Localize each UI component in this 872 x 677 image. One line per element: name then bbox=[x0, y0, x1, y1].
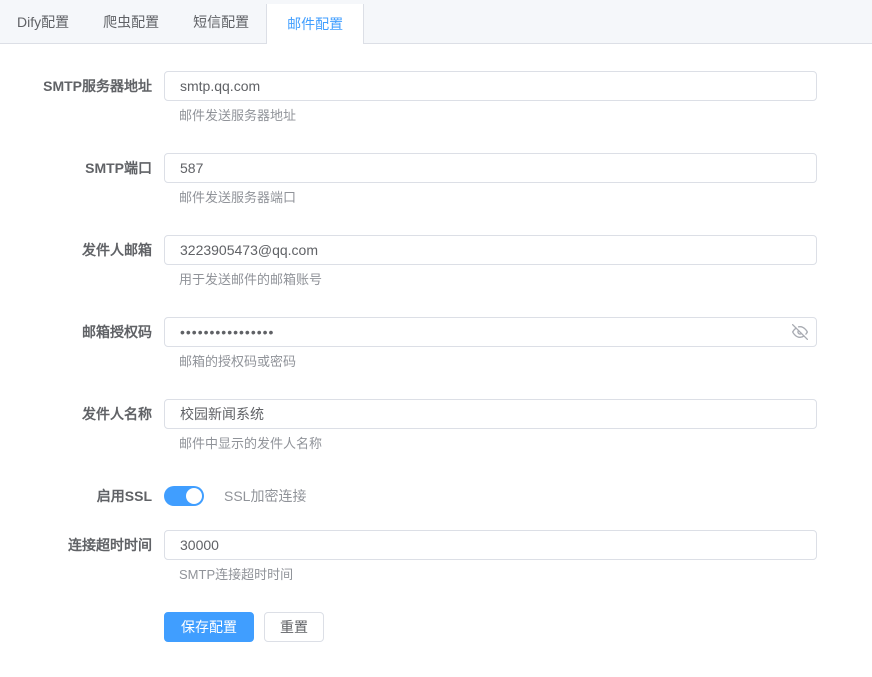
sender-email-input[interactable] bbox=[164, 235, 817, 265]
reset-button[interactable]: 重置 bbox=[264, 612, 324, 642]
sender-name-label: 发件人名称 bbox=[0, 399, 164, 453]
ssl-toggle-description: SSL加密连接 bbox=[224, 486, 306, 506]
sender-name-hint: 邮件中显示的发件人名称 bbox=[164, 435, 817, 453]
smtp-port-row: SMTP端口 邮件发送服务器端口 bbox=[0, 153, 817, 207]
tab-email-config[interactable]: 邮件配置 bbox=[266, 4, 364, 44]
timeout-hint: SMTP连接超时时间 bbox=[164, 566, 817, 584]
timeout-content: SMTP连接超时时间 bbox=[164, 530, 817, 584]
smtp-host-hint: 邮件发送服务器地址 bbox=[164, 107, 817, 125]
sender-name-content: 邮件中显示的发件人名称 bbox=[164, 399, 817, 453]
tabs-bottom-border bbox=[0, 43, 872, 44]
smtp-port-hint: 邮件发送服务器端口 bbox=[164, 189, 817, 207]
sender-email-hint: 用于发送邮件的邮箱账号 bbox=[164, 271, 817, 289]
smtp-port-input[interactable] bbox=[164, 153, 817, 183]
tab-sms-config[interactable]: 短信配置 bbox=[176, 0, 266, 44]
sender-name-input[interactable] bbox=[164, 399, 817, 429]
tab-crawler-config[interactable]: 爬虫配置 bbox=[86, 0, 176, 44]
auth-code-label: 邮箱授权码 bbox=[0, 317, 164, 371]
ssl-toggle-switch[interactable] bbox=[164, 486, 204, 506]
email-config-form: SMTP服务器地址 邮件发送服务器地址 SMTP端口 邮件发送服务器端口 发件人… bbox=[0, 44, 872, 642]
sender-email-content: 用于发送邮件的邮箱账号 bbox=[164, 235, 817, 289]
smtp-port-label: SMTP端口 bbox=[0, 153, 164, 207]
save-config-button[interactable]: 保存配置 bbox=[164, 612, 254, 642]
smtp-host-input[interactable] bbox=[164, 71, 817, 101]
smtp-host-label: SMTP服务器地址 bbox=[0, 71, 164, 125]
auth-code-input[interactable] bbox=[164, 317, 817, 347]
auth-code-hint: 邮箱的授权码或密码 bbox=[164, 353, 817, 371]
config-tabs: Dify配置 爬虫配置 短信配置 邮件配置 bbox=[0, 0, 872, 44]
eye-off-icon[interactable] bbox=[792, 324, 808, 340]
timeout-label: 连接超时时间 bbox=[0, 530, 164, 584]
sender-email-label: 发件人邮箱 bbox=[0, 235, 164, 289]
smtp-host-row: SMTP服务器地址 邮件发送服务器地址 bbox=[0, 71, 817, 125]
form-actions: 保存配置 重置 bbox=[164, 612, 817, 642]
auth-code-row: 邮箱授权码 邮箱的授权码或密码 bbox=[0, 317, 817, 371]
timeout-row: 连接超时时间 SMTP连接超时时间 bbox=[0, 530, 817, 584]
tab-dify-config[interactable]: Dify配置 bbox=[0, 0, 86, 44]
sender-name-row: 发件人名称 邮件中显示的发件人名称 bbox=[0, 399, 817, 453]
timeout-input[interactable] bbox=[164, 530, 817, 560]
smtp-host-content: 邮件发送服务器地址 bbox=[164, 71, 817, 125]
enable-ssl-label: 启用SSL bbox=[0, 481, 164, 511]
smtp-port-content: 邮件发送服务器端口 bbox=[164, 153, 817, 207]
auth-code-content: 邮箱的授权码或密码 bbox=[164, 317, 817, 371]
enable-ssl-row: 启用SSL SSL加密连接 bbox=[0, 481, 817, 511]
sender-email-row: 发件人邮箱 用于发送邮件的邮箱账号 bbox=[0, 235, 817, 289]
